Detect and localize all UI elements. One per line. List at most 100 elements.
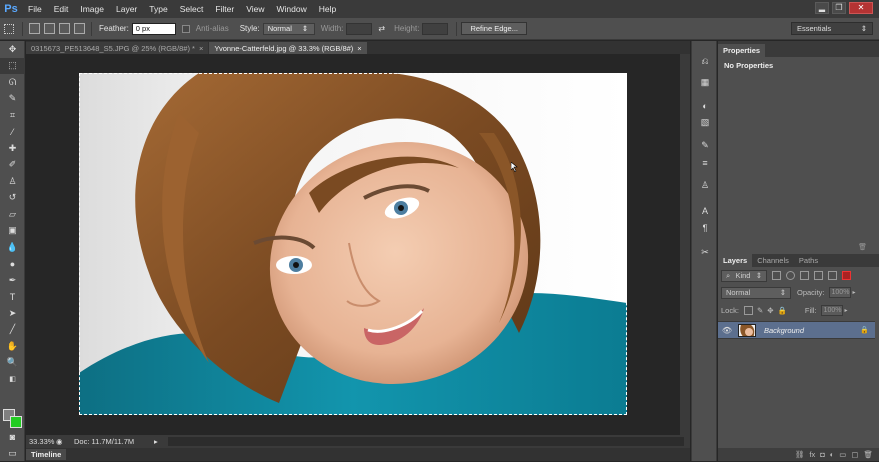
- close-tab-icon[interactable]: ×: [357, 44, 361, 53]
- menu-view[interactable]: View: [240, 4, 270, 14]
- subtract-selection-icon[interactable]: [59, 23, 70, 34]
- crop-tool-icon[interactable]: ⌗: [0, 107, 25, 124]
- clone-stamp-tool-icon[interactable]: ♙: [0, 173, 25, 190]
- tab-properties[interactable]: Properties: [718, 44, 766, 57]
- quick-select-tool-icon[interactable]: ✎: [0, 91, 25, 108]
- menu-layer[interactable]: Layer: [110, 4, 143, 14]
- fill-slider-icon[interactable]: ▸: [845, 307, 848, 314]
- style-select[interactable]: Normal ⇕: [262, 22, 315, 35]
- width-input[interactable]: [346, 22, 373, 35]
- lock-all-icon[interactable]: 🔒: [778, 306, 787, 315]
- menu-file[interactable]: File: [22, 4, 48, 14]
- vertical-scrollbar[interactable]: [680, 54, 690, 435]
- adjustments-panel-icon[interactable]: ◐: [692, 99, 718, 112]
- filter-adjustment-icon[interactable]: [786, 271, 795, 280]
- share-icon[interactable]: ◉: [56, 437, 66, 446]
- tab-paths[interactable]: Paths: [793, 254, 824, 267]
- height-input[interactable]: [422, 22, 449, 35]
- eye-icon[interactable]: 👁: [718, 326, 736, 335]
- zoom-level[interactable]: 33.33%: [26, 437, 56, 446]
- opacity-slider-icon[interactable]: ▸: [853, 289, 856, 296]
- add-selection-icon[interactable]: [44, 23, 55, 34]
- brush-presets-panel-icon[interactable]: ≡: [692, 156, 718, 169]
- move-tool-icon[interactable]: ✥: [0, 41, 25, 58]
- fill-input[interactable]: 100%: [820, 305, 843, 316]
- restore-button[interactable]: ❐: [832, 2, 846, 14]
- menu-help[interactable]: Help: [313, 4, 342, 14]
- status-menu-arrow-icon[interactable]: ▸: [154, 437, 162, 446]
- type-tool-icon[interactable]: T: [0, 289, 25, 306]
- menu-select[interactable]: Select: [174, 4, 210, 14]
- tab-channels[interactable]: Channels: [752, 254, 794, 267]
- hand-tool-icon[interactable]: ✋: [0, 338, 25, 355]
- quick-mask-icon[interactable]: ◙: [0, 429, 25, 446]
- swap-icon[interactable]: ⇄: [378, 24, 385, 33]
- history-panel-icon[interactable]: ⎌: [692, 55, 718, 68]
- marquee-preset-icon[interactable]: [4, 23, 14, 34]
- styles-panel-icon[interactable]: ▧: [692, 116, 718, 129]
- blend-mode-select[interactable]: Normal ⇕: [721, 286, 791, 299]
- eraser-tool-icon[interactable]: ▱: [0, 206, 25, 223]
- menu-type[interactable]: Type: [143, 4, 173, 14]
- history-brush-tool-icon[interactable]: ↺: [0, 190, 25, 207]
- menu-window[interactable]: Window: [270, 4, 312, 14]
- timeline-tab[interactable]: Timeline: [26, 449, 67, 460]
- path-select-tool-icon[interactable]: ➤: [0, 305, 25, 322]
- document-image[interactable]: [79, 73, 627, 415]
- layer-filter-select[interactable]: ⌕ Kind ⇕: [721, 269, 767, 282]
- close-tab-icon[interactable]: ×: [199, 44, 203, 53]
- background-color-swatch[interactable]: [10, 416, 22, 428]
- paragraph-panel-icon[interactable]: ¶: [692, 221, 718, 234]
- tab-document-1[interactable]: 0315673_PE513648_S5.JPG @ 25% (RGB/8#) *…: [26, 42, 209, 54]
- antialias-checkbox[interactable]: [181, 24, 190, 33]
- dodge-tool-icon[interactable]: ●: [0, 256, 25, 273]
- line-tool-icon[interactable]: ╱: [0, 322, 25, 339]
- tab-document-2[interactable]: Yvonne-Catterfeld.jpg @ 33.3% (RGB/8#) ×: [209, 42, 367, 54]
- add-mask-icon[interactable]: ◘: [820, 450, 825, 459]
- lock-transparent-icon[interactable]: [743, 306, 753, 315]
- clone-source-panel-icon[interactable]: ♙: [692, 179, 718, 192]
- feather-input[interactable]: 0 px: [131, 22, 176, 35]
- delete-layer-icon[interactable]: 🗑: [863, 450, 873, 459]
- layer-name[interactable]: Background: [764, 326, 804, 335]
- eyedropper-tool-icon[interactable]: ⁄: [0, 124, 25, 141]
- new-selection-icon[interactable]: [29, 23, 40, 34]
- lasso-tool-icon[interactable]: ᘏ: [0, 74, 25, 91]
- filter-type-icon[interactable]: [800, 271, 809, 280]
- link-layers-icon[interactable]: ⛓: [795, 450, 805, 459]
- close-button[interactable]: ✕: [849, 2, 873, 14]
- new-adjustment-icon[interactable]: ◐: [830, 450, 835, 459]
- brush-tool-icon[interactable]: ✐: [0, 157, 25, 174]
- menu-image[interactable]: Image: [74, 4, 110, 14]
- pen-tool-icon[interactable]: ✒: [0, 272, 25, 289]
- tab-layers[interactable]: Layers: [718, 254, 753, 267]
- default-colors-icon[interactable]: ◧: [0, 371, 25, 388]
- layer-row-background[interactable]: 👁 Background 🔒: [718, 321, 875, 339]
- brush-panel-icon[interactable]: ✎: [692, 139, 718, 152]
- filter-toggle-icon[interactable]: [842, 271, 851, 280]
- new-layer-icon[interactable]: ▢: [851, 450, 858, 459]
- screen-mode-icon[interactable]: ▭: [0, 445, 25, 462]
- minimize-button[interactable]: ▂: [815, 2, 829, 14]
- trash-icon[interactable]: 🗑: [858, 243, 867, 251]
- refine-edge-button[interactable]: Refine Edge...: [461, 22, 527, 35]
- horizontal-scrollbar[interactable]: [168, 437, 684, 446]
- new-group-icon[interactable]: ▭: [839, 450, 846, 459]
- healing-brush-tool-icon[interactable]: ✚: [0, 140, 25, 157]
- opacity-input[interactable]: 100%: [828, 287, 851, 298]
- swatches-panel-icon[interactable]: ▦: [692, 76, 718, 89]
- tool-presets-panel-icon[interactable]: ✂: [692, 246, 718, 259]
- canvas-area[interactable]: [26, 54, 690, 435]
- lock-position-icon[interactable]: ✥: [767, 306, 773, 315]
- menu-edit[interactable]: Edit: [48, 4, 75, 14]
- menu-filter[interactable]: Filter: [209, 4, 240, 14]
- filter-pixel-icon[interactable]: [772, 271, 781, 280]
- layer-style-icon[interactable]: fx: [809, 450, 815, 459]
- intersect-selection-icon[interactable]: [74, 23, 85, 34]
- zoom-tool-icon[interactable]: 🔍: [0, 355, 25, 372]
- marquee-tool-icon[interactable]: ⬚: [0, 57, 25, 74]
- workspace-select[interactable]: Essentials ⇕: [791, 22, 873, 35]
- character-panel-icon[interactable]: A: [692, 204, 718, 217]
- blur-tool-icon[interactable]: 💧: [0, 239, 25, 256]
- filter-shape-icon[interactable]: [814, 271, 823, 280]
